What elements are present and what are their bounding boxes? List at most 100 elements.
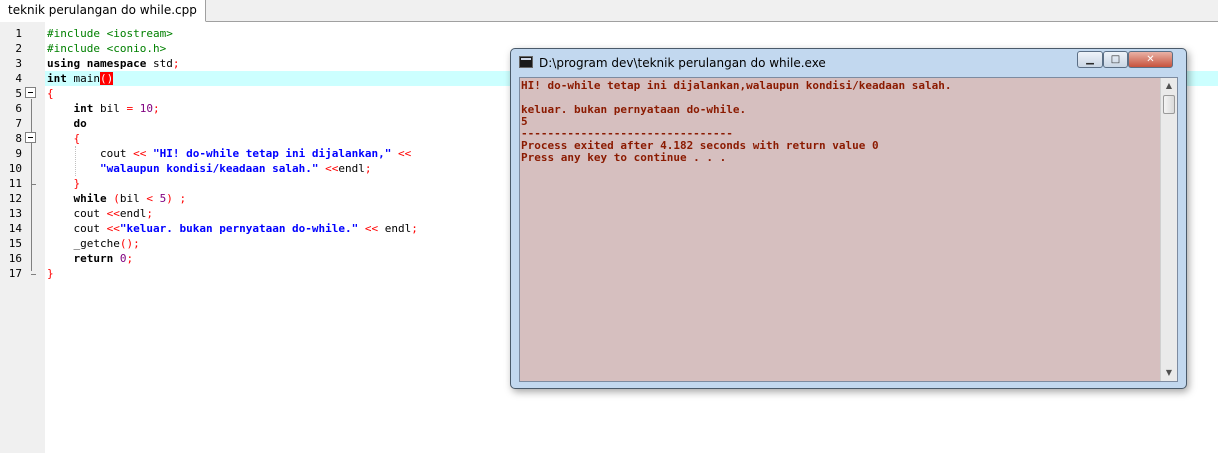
line-number: 15 <box>8 237 22 250</box>
source-code: #include <iostream> #include <conio.h> u… <box>47 26 418 281</box>
identifier: cout <box>99 147 134 160</box>
line-number: 5 <box>15 87 22 100</box>
line-number: 1 <box>15 27 22 40</box>
line-number: 11 <box>8 177 22 190</box>
code-line-15: _getche(); <box>47 236 418 251</box>
keyword: return <box>73 252 114 265</box>
keyword: do <box>73 117 87 130</box>
string-literal: "keluar. bukan pernyataan do-while." <box>119 222 359 235</box>
fold-guide <box>31 99 32 271</box>
console-app-icon <box>519 56 533 68</box>
operator: << <box>106 207 120 220</box>
semicolon: ; <box>126 252 134 265</box>
paren: () <box>119 237 134 250</box>
code-line-2: #include <conio.h> <box>47 41 418 56</box>
identifier: main <box>66 72 100 85</box>
keyword: while <box>73 192 107 205</box>
line-number: 12 <box>8 192 22 205</box>
line-number: 4 <box>15 72 22 85</box>
scroll-down-arrow-icon[interactable]: ▼ <box>1161 365 1177 381</box>
tab-file[interactable]: teknik perulangan do while.cpp <box>0 0 206 22</box>
brace: } <box>47 267 54 280</box>
close-button[interactable]: ✕ <box>1128 51 1173 68</box>
code-line-1: #include <iostream> <box>47 26 418 41</box>
code-line-9: cout << "HI! do-while tetap ini dijalank… <box>47 146 418 161</box>
scroll-up-arrow-icon[interactable]: ▲ <box>1161 78 1177 94</box>
string-literal: "walaupun kondisi/keadaan salah." <box>99 162 319 175</box>
operator: << <box>133 147 147 160</box>
code-line-5: { <box>47 86 418 101</box>
console-titlebar[interactable]: D:\program dev\teknik perulangan do whil… <box>511 49 1186 77</box>
code-line-4: int main() <box>47 71 418 86</box>
maximize-button[interactable]: □ <box>1103 51 1128 68</box>
console-line: Press any key to continue . . . <box>521 151 727 164</box>
operator: << <box>106 222 120 235</box>
fold-toggle-do[interactable] <box>25 132 36 143</box>
code-line-12: while (bil < 5) ; <box>47 191 418 206</box>
preprocessor-directive: #include <iostream> <box>47 27 173 40</box>
semicolon: ; <box>411 222 418 235</box>
brace: { <box>47 87 54 100</box>
scrollbar-thumb[interactable] <box>1163 95 1175 114</box>
line-number: 8 <box>15 132 22 145</box>
identifier: bil <box>119 192 147 205</box>
line-number: 9 <box>15 147 22 160</box>
operator: << <box>398 147 412 160</box>
editor-tab-bar: teknik perulangan do while.cpp <box>0 0 1218 22</box>
console-output: HI! do-while tetap ini dijalankan,walaup… <box>521 80 1159 164</box>
number-literal: 10 <box>139 102 153 115</box>
line-number: 17 <box>8 267 22 280</box>
console-window[interactable]: D:\program dev\teknik perulangan do whil… <box>510 48 1187 389</box>
line-number: 13 <box>8 207 22 220</box>
line-number: 6 <box>15 102 22 115</box>
semicolon: ; <box>172 57 180 70</box>
identifier: cout <box>73 222 107 235</box>
operator: << <box>325 162 339 175</box>
operator: < <box>146 192 153 205</box>
code-line-3: using namespace std; <box>47 56 418 71</box>
line-number: 3 <box>15 57 22 70</box>
keyword: namespace <box>86 57 147 70</box>
identifier: _getche <box>73 237 120 250</box>
paren: ( <box>113 192 120 205</box>
code-line-17: } <box>47 266 418 281</box>
line-number: 10 <box>8 162 22 175</box>
brace: } <box>73 177 81 190</box>
identifier: endl <box>338 162 365 175</box>
keyword: int <box>73 102 94 115</box>
keyword: int <box>47 72 67 85</box>
fold-toggle-main[interactable] <box>25 87 36 98</box>
identifier: endl <box>119 207 147 220</box>
line-number: 16 <box>8 252 22 265</box>
identifier: endl <box>378 222 412 235</box>
operator: << <box>364 222 379 235</box>
semicolon: ; <box>133 237 140 250</box>
semicolon: ; <box>179 192 187 205</box>
code-line-7: do <box>47 116 418 131</box>
console-output-area[interactable]: HI! do-while tetap ini dijalankan,walaup… <box>519 77 1178 382</box>
code-line-13: cout <<endl; <box>47 206 418 221</box>
identifier: std <box>146 57 173 70</box>
fold-end-do <box>31 184 36 185</box>
string-literal: "HI! do-while tetap ini dijalankan," <box>152 147 392 160</box>
console-line: keluar. bukan pernyataan do-while. <box>521 103 747 116</box>
line-number: 2 <box>15 42 22 55</box>
line-number: 7 <box>15 117 22 130</box>
keyword: using <box>47 57 81 70</box>
line-number: 14 <box>8 222 22 235</box>
vertical-scrollbar[interactable]: ▲ ▼ <box>1160 78 1177 381</box>
code-line-14: cout <<"keluar. bukan pernyataan do-whil… <box>47 221 418 236</box>
console-line: HI! do-while tetap ini dijalankan,walaup… <box>521 79 952 92</box>
semicolon: ; <box>364 162 372 175</box>
code-line-10: "walaupun kondisi/keadaan salah." <<endl… <box>47 161 418 176</box>
identifier: cout <box>73 207 107 220</box>
console-title: D:\program dev\teknik perulangan do whil… <box>539 56 826 70</box>
code-line-6: int bil = 10; <box>47 101 418 116</box>
minimize-button[interactable]: ▁ <box>1077 51 1103 68</box>
fold-end-main <box>31 274 36 275</box>
code-line-8: { <box>47 131 418 146</box>
